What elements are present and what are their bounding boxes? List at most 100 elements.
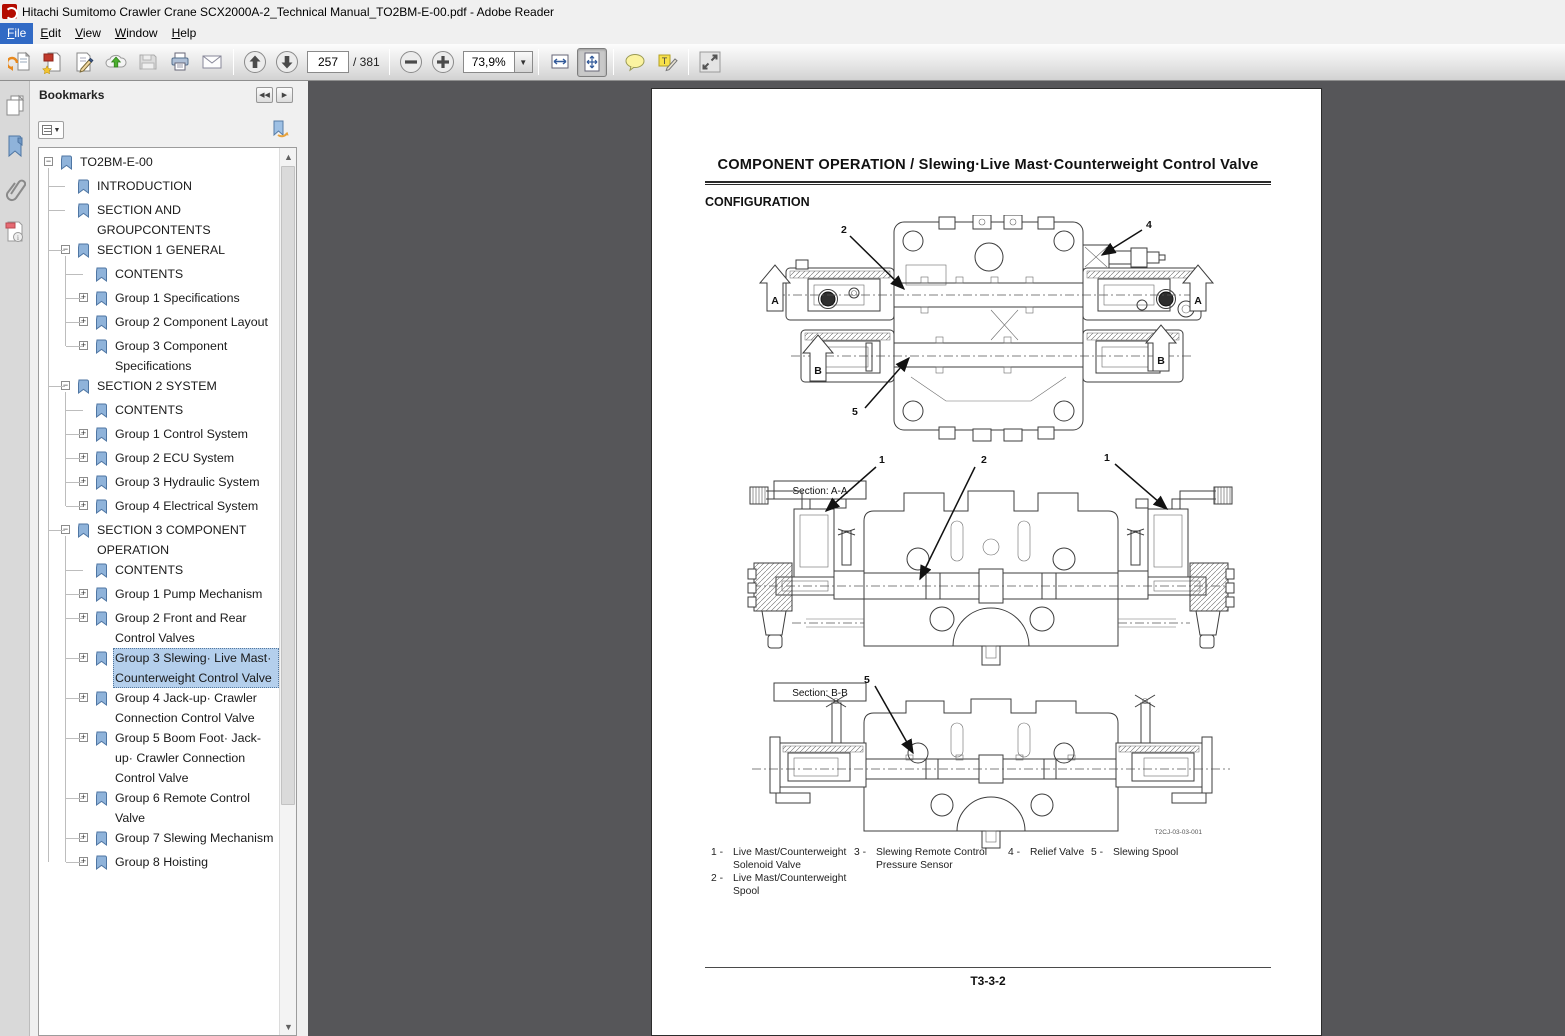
attachments-panel-icon[interactable] [3,176,27,202]
chevron-down-icon: ▼ [53,126,61,134]
scrollbar-thumb[interactable] [281,166,295,805]
expand-panel-button[interactable]: ▶ [276,87,293,103]
bookmark-label[interactable]: Group 4 Jack-up· Crawler Connection Cont… [113,688,279,728]
bookmark-item[interactable]: SECTION AND GROUPCONTENTS [39,200,279,240]
comment-button[interactable] [620,48,650,77]
bookmark-item[interactable]: + Group 8 Hoisting [39,852,279,876]
bookmark-label[interactable]: SECTION 1 GENERAL [95,240,279,260]
bookmark-item[interactable]: + Group 2 Front and Rear Control Valves [39,608,279,648]
bookmark-label[interactable]: CONTENTS [113,264,279,284]
bookmark-item[interactable]: + Group 4 Jack-up· Crawler Connection Con… [39,688,279,728]
bookmark-item[interactable]: + Group 1 Pump Mechanism [39,584,279,608]
bookmark-label[interactable]: Group 5 Boom Foot· Jack-up· Crawler Conn… [113,728,279,788]
create-pdf-button[interactable] [37,48,67,77]
page-number-input[interactable] [307,51,349,73]
bookmark-item[interactable]: + Group 3 Hydraulic System [39,472,279,496]
bookmark-label[interactable]: Group 6 Remote Control Valve [113,788,279,828]
bookmark-label[interactable]: Group 1 Specifications [113,288,279,308]
bookmark-icon [94,499,108,520]
fit-page-button[interactable] [576,47,607,77]
legend-item: 3 - Slewing Remote Control Pressure Senso… [854,847,1026,872]
adobe-reader-icon [2,4,18,20]
goto-current-bookmark-button[interactable] [270,119,290,139]
bookmark-label[interactable]: TO2BM-E-00 [78,152,279,172]
bookmark-label[interactable]: Group 8 Hoisting [113,852,279,872]
menu-item-help[interactable]: Help [165,23,204,44]
bookmark-item[interactable]: + Group 3 Component Specifications [39,336,279,376]
list-options-icon [41,125,52,135]
bookmark-label[interactable]: Group 2 Component Layout [113,312,279,332]
menu-item-window[interactable]: Window [108,23,165,44]
fit-width-button[interactable] [545,48,575,77]
legend-item-text: Slewing Spool [1113,847,1179,858]
bookmark-label[interactable]: Group 1 Pump Mechanism [113,584,279,604]
bookmark-label[interactable]: Group 4 Electrical System [113,496,279,516]
bookmarks-options-row: ▼ [30,119,302,143]
bookmark-label[interactable]: Group 7 Slewing Mechanism [113,828,279,848]
bookmark-item[interactable]: + Group 7 Slewing Mechanism [39,828,279,852]
zoom-out-button[interactable] [396,48,426,77]
print-button[interactable] [165,48,195,77]
bookmark-icon [94,855,108,876]
bookmark-label[interactable]: SECTION 2 SYSTEM [95,376,279,396]
bookmark-label[interactable]: Group 2 Front and Rear Control Valves [113,608,279,648]
legend-item-text: Live Mast/Counterweight Spool [733,873,847,897]
bookmarks-tree: − TO2BM-E-00 INTRODUCTION SECTION AND GROUP… [38,147,297,1036]
bookmark-label[interactable]: INTRODUCTION [95,176,279,196]
collapse-icon[interactable]: − [44,157,53,166]
bookmark-label[interactable]: Group 2 ECU System [113,448,279,468]
zoom-in-button[interactable] [428,48,458,77]
bookmark-item[interactable]: + Group 5 Boom Foot· Jack-up· Crawler Con… [39,728,279,788]
bookmark-item[interactable]: + Group 1 Control System [39,424,279,448]
sign-document-button[interactable] [69,48,99,77]
bookmark-item[interactable]: + Group 4 Electrical System [39,496,279,520]
page-thumbnails-panel-icon[interactable] [3,92,27,118]
bookmarks-options-menu-button[interactable]: ▼ [38,121,64,139]
standards-panel-icon[interactable]: i [3,219,27,245]
bookmark-label[interactable]: Group 1 Control System [113,424,279,444]
next-page-button[interactable] [272,48,302,77]
bookmark-item[interactable]: + Group 3 Slewing· Live Mast· Counterweig… [39,648,279,688]
zoom-level-value[interactable]: 73,9% [462,51,515,73]
previous-page-button[interactable] [240,48,270,77]
bookmark-icon [76,379,90,400]
bookmarks-scrollbar[interactable]: ▲ ▼ [279,148,296,1035]
bookmark-label[interactable]: CONTENTS [113,400,279,420]
svg-text:Section: B-B: Section: B-B [792,688,848,699]
export-pdf-button[interactable] [5,48,35,77]
bookmark-label[interactable]: Group 3 Component Specifications [113,336,279,376]
bookmarks-panel: Bookmarks ◀◀ ▶ ▼ − TO2BM-E-00 INTRODUCTION… [30,81,302,1036]
fullscreen-button[interactable] [695,48,725,77]
bookmark-label[interactable]: SECTION 3 COMPONENT OPERATION [95,520,279,560]
bookmark-item[interactable]: − SECTION 1 GENERAL [39,240,279,264]
bookmark-item[interactable]: CONTENTS [39,560,279,584]
email-button[interactable] [197,48,227,77]
zoom-dropdown-button[interactable]: ▼ [514,51,533,73]
bookmark-item[interactable]: − SECTION 3 COMPONENT OPERATION [39,520,279,560]
bookmark-item[interactable]: + Group 2 ECU System [39,448,279,472]
bookmark-item[interactable]: + Group 6 Remote Control Valve [39,788,279,828]
menu-item-view[interactable]: View [68,23,108,44]
bookmark-item[interactable]: CONTENTS [39,264,279,288]
bookmark-item[interactable]: CONTENTS [39,400,279,424]
bookmarks-panel-icon[interactable] [3,133,27,159]
collapse-panel-button[interactable]: ◀◀ [256,87,273,103]
save-button[interactable] [133,48,163,77]
bookmark-item[interactable]: − TO2BM-E-00 [39,152,279,176]
bookmark-label[interactable]: Group 3 Slewing· Live Mast· Counterweigh… [113,648,279,688]
menu-item-edit[interactable]: Edit [33,23,68,44]
cloud-upload-button[interactable] [101,48,131,77]
scroll-up-button[interactable]: ▲ [280,148,297,165]
scroll-down-button[interactable]: ▼ [280,1018,297,1035]
bookmark-label[interactable]: SECTION AND GROUPCONTENTS [95,200,279,240]
bookmark-label[interactable]: Group 3 Hydraulic System [113,472,279,492]
bookmark-item[interactable]: − SECTION 2 SYSTEM [39,376,279,400]
legend-column: 5 - Slewing Spool [1091,847,1221,861]
bookmark-label[interactable]: CONTENTS [113,560,279,580]
bookmark-icon [94,403,108,424]
menu-item-file[interactable]: File [0,23,34,44]
highlight-text-button[interactable]: T [652,48,682,77]
bookmark-item[interactable]: INTRODUCTION [39,176,279,200]
bookmark-item[interactable]: + Group 1 Specifications [39,288,279,312]
bookmark-item[interactable]: + Group 2 Component Layout [39,312,279,336]
